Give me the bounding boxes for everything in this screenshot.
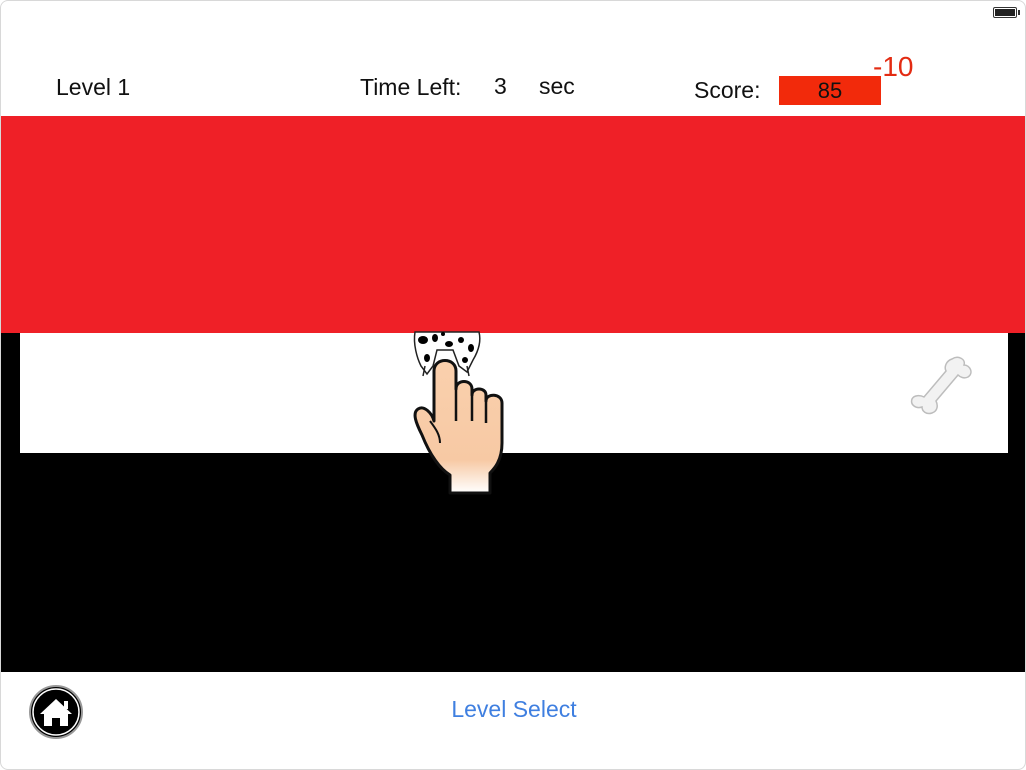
red-band bbox=[1, 116, 1025, 333]
battery-icon bbox=[993, 7, 1020, 18]
score-value: 85 bbox=[779, 76, 881, 105]
time-left-unit: sec bbox=[539, 73, 575, 99]
level-select-link[interactable]: Level Select bbox=[451, 696, 576, 722]
bone-icon[interactable] bbox=[906, 353, 978, 419]
level-select-row: Level Select bbox=[1, 696, 1025, 723]
game-screen: Level 1 Time Left: 3 sec Score: 85 -10 L… bbox=[0, 0, 1026, 770]
time-left-value: 3 bbox=[494, 73, 507, 99]
pointing-hand-icon bbox=[413, 359, 504, 495]
score-label: Score: bbox=[694, 77, 761, 103]
level-label: Level 1 bbox=[56, 74, 131, 100]
score-penalty: -10 bbox=[873, 51, 914, 82]
time-left-label: Time Left: bbox=[360, 74, 462, 100]
